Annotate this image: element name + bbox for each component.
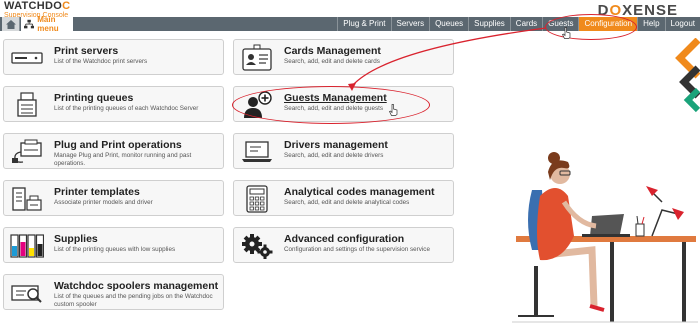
card-description: Search, add, edit and delete analytical …	[284, 199, 410, 206]
card-guests-management[interactable]: Guests Management Search, add, edit and …	[233, 86, 454, 122]
card-title: Plug and Print operations	[54, 139, 182, 151]
server-icon	[10, 44, 44, 72]
brand-chevrons-graphic	[675, 38, 700, 113]
card-title: Drivers management	[284, 139, 388, 151]
card-title: Printing queues	[54, 92, 134, 104]
nav-items: Plug & Print Servers Queues Supplies Car…	[337, 17, 700, 31]
card-description: Search, add, edit and delete guests	[284, 105, 384, 112]
home-icon	[5, 19, 16, 29]
card-title: Guests Management	[284, 92, 387, 104]
card-printer-templates[interactable]: Printer templates Associate printer mode…	[3, 180, 224, 216]
card-title: Printer templates	[54, 186, 140, 198]
card-cards-management[interactable]: Cards Management Search, add, edit and d…	[233, 39, 454, 75]
card-print-servers[interactable]: Print servers List of the Watchdoc print…	[3, 39, 224, 75]
card-description: Manage Plug and Print, monitor running a…	[54, 152, 192, 167]
card-title: Watchdoc spoolers management	[54, 280, 219, 292]
card-title: Cards Management	[284, 45, 381, 57]
card-description: Associate printer models and driver	[54, 199, 153, 206]
card-spoolers-management[interactable]: Watchdoc spoolers management List of the…	[3, 274, 224, 310]
gears-icon	[240, 232, 274, 260]
card-title: Advanced configuration	[284, 233, 405, 245]
cursor-hand-icon	[562, 27, 571, 39]
main-menu-label: Main menu	[37, 15, 59, 33]
id-card-icon	[240, 44, 274, 72]
top-navigation: Main menu Plug & Print Servers Queues Su…	[0, 15, 700, 33]
card-title: Print servers	[54, 45, 119, 57]
card-description: Configuration and settings of the superv…	[284, 246, 430, 253]
template-printer-icon	[10, 185, 44, 213]
card-description: List of the queues and the pending jobs …	[54, 293, 213, 308]
calculator-icon	[240, 185, 274, 213]
main-menu-button[interactable]: Main menu	[21, 15, 73, 33]
network-icon	[24, 19, 35, 28]
card-printing-queues[interactable]: Printing queues List of the printing que…	[3, 86, 224, 122]
laptop-icon	[240, 138, 274, 166]
plug-printer-icon	[10, 138, 44, 166]
nav-configuration[interactable]: Configuration	[578, 17, 638, 31]
card-drivers-management[interactable]: Drivers management Search, add, edit and…	[233, 133, 454, 169]
woman-at-desk-illustration	[512, 152, 698, 323]
card-title: Supplies	[54, 233, 98, 245]
card-description: List of the printing queues with low sup…	[54, 246, 176, 253]
nav-guests[interactable]: Guests	[542, 17, 578, 31]
nav-logout[interactable]: Logout	[664, 17, 700, 31]
nav-help[interactable]: Help	[637, 17, 664, 31]
nav-servers[interactable]: Servers	[390, 17, 430, 31]
card-title: Analytical codes management	[284, 186, 435, 198]
nav-cards[interactable]: Cards	[509, 17, 542, 31]
nav-queues[interactable]: Queues	[429, 17, 468, 31]
header: WATCHDOC Supervision Console DOXENSE Mai…	[0, 0, 700, 33]
card-description: Search, add, edit and delete cards	[284, 58, 380, 65]
ink-cartridges-icon	[10, 232, 44, 260]
nav-supplies[interactable]: Supplies	[468, 17, 510, 31]
card-description: List of the printing queues of each Watc…	[54, 105, 199, 112]
card-plug-print[interactable]: Plug and Print operations Manage Plug an…	[3, 133, 224, 169]
card-description: Search, add, edit and delete drivers	[284, 152, 384, 159]
home-button[interactable]	[2, 17, 20, 31]
printer-icon	[10, 91, 44, 119]
brand-name: WATCHDOC	[4, 0, 71, 12]
card-advanced-configuration[interactable]: Advanced configuration Configuration and…	[233, 227, 454, 263]
card-description: List of the Watchdoc print servers	[54, 58, 148, 65]
nav-plug-print[interactable]: Plug & Print	[337, 17, 390, 31]
card-supplies[interactable]: Supplies List of the printing queues wit…	[3, 227, 224, 263]
cursor-hand-icon	[389, 104, 398, 116]
add-guest-icon	[240, 91, 274, 119]
spooler-search-icon	[10, 279, 44, 307]
card-analytical-codes[interactable]: Analytical codes management Search, add,…	[233, 180, 454, 216]
